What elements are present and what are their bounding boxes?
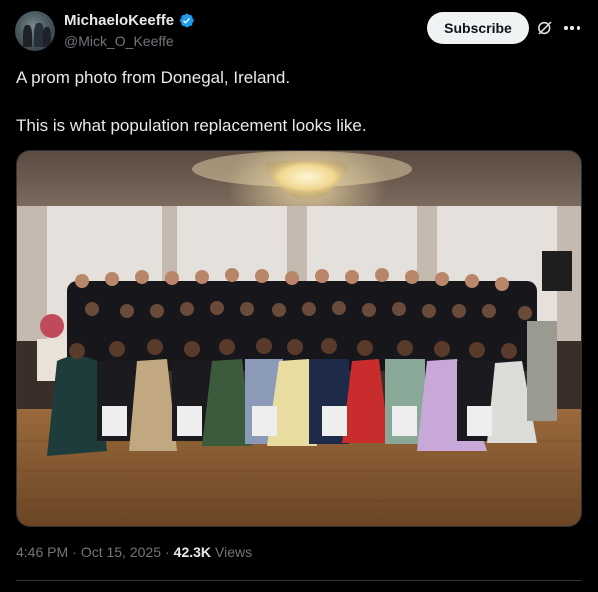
tweet-line-2: This is what population replacement look… [16, 116, 367, 135]
grok-icon[interactable] [536, 19, 554, 37]
tweet-photo[interactable] [16, 150, 582, 527]
author-avatar[interactable] [15, 11, 55, 51]
tweet-text: A prom photo from Donegal, Ireland. This… [16, 66, 576, 138]
subscribe-button[interactable]: Subscribe [427, 12, 529, 44]
tweet-time[interactable]: 4:46 PM [16, 544, 68, 560]
author-name-row: MichaeloKeeffe [64, 12, 195, 29]
divider [16, 580, 582, 581]
author-handle[interactable]: @Mick_O_Keeffe [64, 33, 174, 49]
meta-separator: · [72, 544, 77, 560]
tweet-line-1: A prom photo from Donegal, Ireland. [16, 68, 291, 87]
more-icon[interactable] [562, 18, 582, 38]
meta-separator: · [164, 544, 170, 560]
views-count: 42.3K [173, 544, 212, 560]
verified-badge-icon[interactable] [178, 12, 195, 29]
author-display-name[interactable]: MichaeloKeeffe [64, 12, 174, 29]
tweet-meta: 4:46 PM · Oct 15, 2025 · 42.3K Views [16, 544, 252, 560]
tweet-date[interactable]: Oct 15, 2025 [81, 544, 161, 560]
prom-group-photo [17, 151, 581, 526]
views-label: Views [215, 544, 253, 560]
